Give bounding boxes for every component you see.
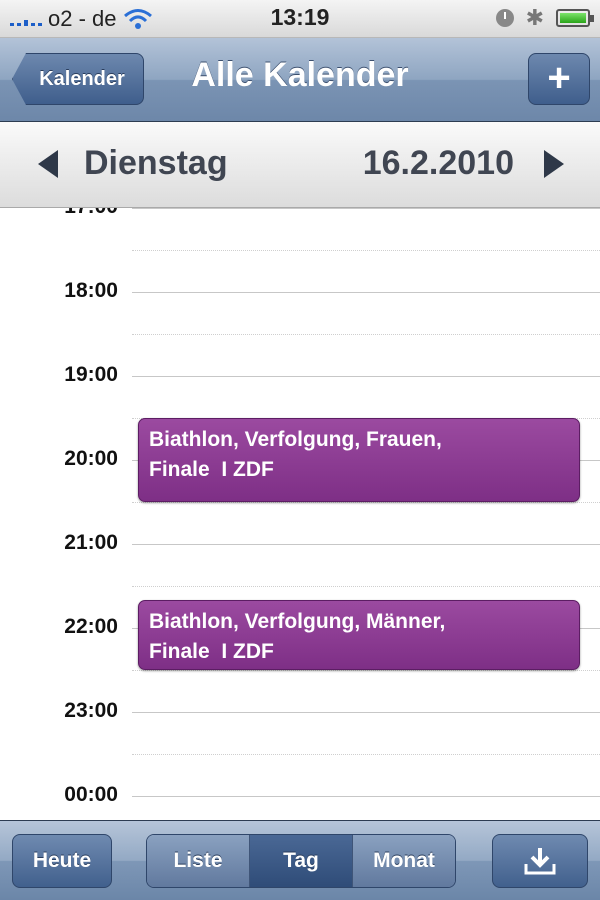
- calendar-event[interactable]: Biathlon, Verfolgung, Frauen, Finale I ZD…: [138, 418, 580, 502]
- bluetooth-icon: ✱: [525, 5, 544, 30]
- hour-line: [132, 208, 600, 209]
- event-title: Biathlon, Verfolgung, Männer,: [149, 610, 446, 633]
- segment-monat[interactable]: Monat: [353, 835, 455, 887]
- half-hour-line: [132, 250, 600, 251]
- event-subtitle: Finale I ZDF: [149, 458, 274, 481]
- navigation-bar: Kalender Alle Kalender +: [0, 38, 600, 122]
- page-title: Alle Kalender: [191, 56, 409, 94]
- previous-day-arrow-icon[interactable]: [38, 150, 58, 178]
- hour-label: 20:00: [64, 447, 118, 470]
- date-text: 16.2.2010: [362, 144, 514, 182]
- download-icon: [524, 848, 556, 875]
- calendar-event[interactable]: Biathlon, Verfolgung, Männer, Finale I ZD…: [138, 600, 580, 670]
- day-name: Dienstag: [84, 144, 228, 182]
- hour-label: 18:00: [64, 279, 118, 302]
- add-event-button[interactable]: +: [528, 53, 590, 105]
- today-button[interactable]: Heute: [12, 834, 112, 888]
- bottom-toolbar: Heute Liste Tag Monat: [0, 820, 600, 900]
- status-bar: o2 - de 13:19 ✱: [0, 0, 600, 38]
- hour-label: 23:00: [64, 699, 118, 722]
- hour-label: 00:00: [64, 783, 118, 806]
- half-hour-line: [132, 334, 600, 335]
- event-subtitle: Finale I ZDF: [149, 640, 274, 663]
- next-day-arrow-icon[interactable]: [544, 150, 564, 178]
- half-hour-line: [132, 586, 600, 587]
- hour-label: 17:00: [0, 208, 118, 219]
- date-header: Dienstag 16.2.2010: [0, 122, 600, 208]
- hour-line: [132, 544, 600, 545]
- hour-label: 21:00: [64, 531, 118, 554]
- hour-line: [132, 376, 600, 377]
- segment-tag[interactable]: Tag: [250, 835, 353, 887]
- hour-label: 19:00: [64, 363, 118, 386]
- view-segmented-control: Liste Tag Monat: [146, 834, 456, 888]
- status-right: ✱: [495, 5, 594, 30]
- hour-label: 22:00: [64, 615, 118, 638]
- hour-line: [132, 292, 600, 293]
- half-hour-line: [132, 670, 600, 671]
- half-hour-line: [132, 754, 600, 755]
- hour-line: [132, 712, 600, 713]
- download-button[interactable]: [492, 834, 588, 888]
- event-title: Biathlon, Verfolgung, Frauen,: [149, 428, 442, 451]
- day-timeline[interactable]: 17:00 18:00 19:00 20:00 21:00 22:00 23:00 00:00…: [0, 208, 600, 820]
- clock-icon: [495, 9, 514, 27]
- hour-line: [132, 796, 600, 797]
- back-button-kalender[interactable]: Kalender: [12, 53, 144, 105]
- segment-liste[interactable]: Liste: [147, 835, 250, 887]
- half-hour-line: [132, 502, 600, 503]
- battery-icon: [556, 9, 594, 27]
